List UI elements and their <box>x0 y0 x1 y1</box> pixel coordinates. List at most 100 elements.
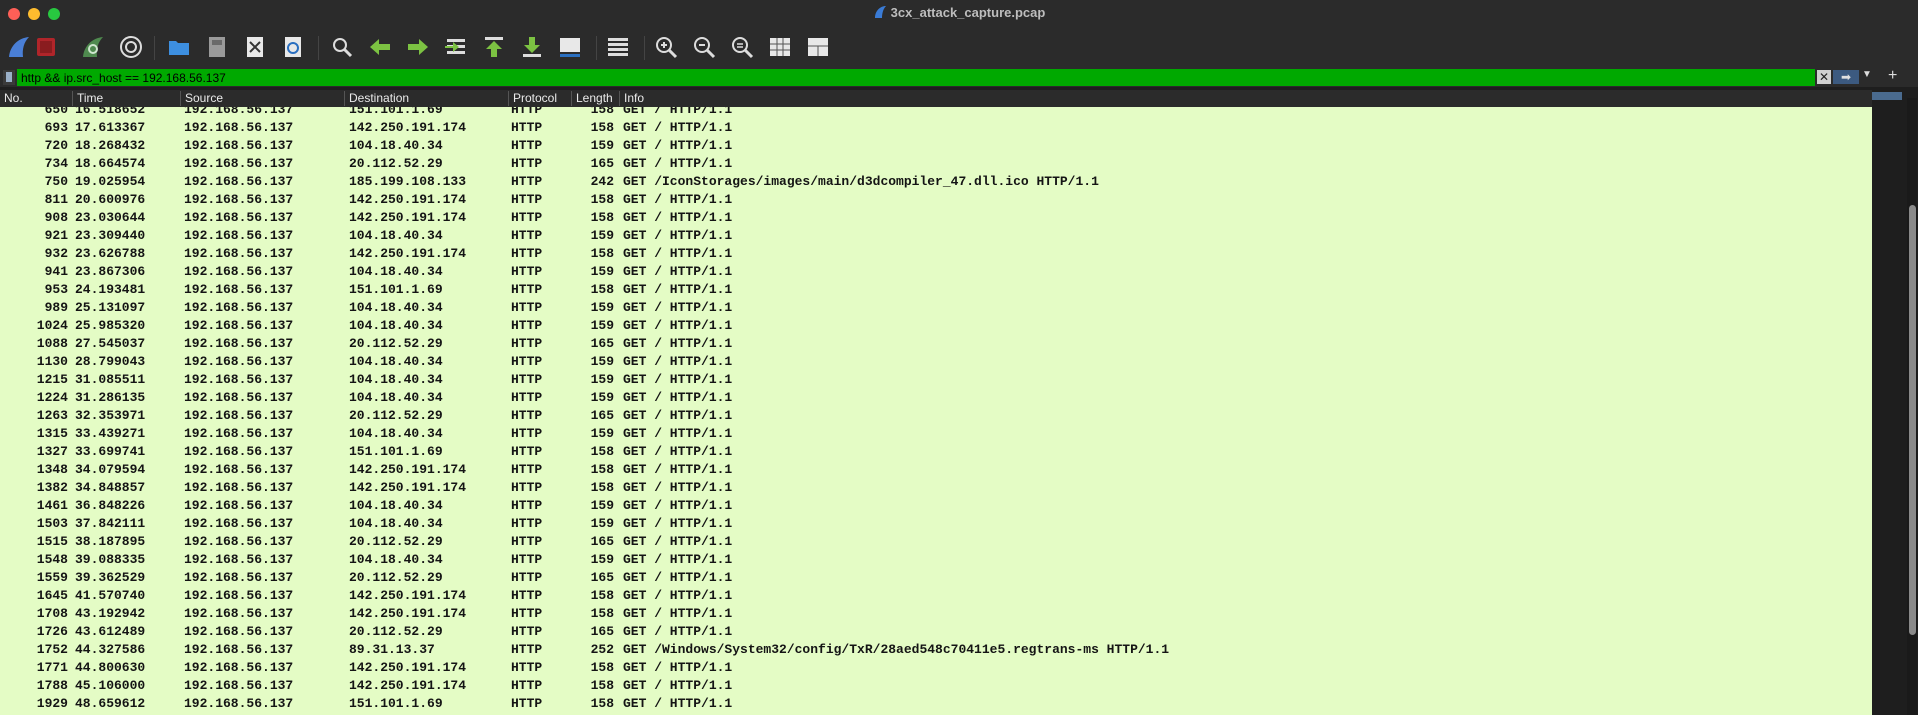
table-row[interactable]: 1348 34.079594 192.168.56.137 142.250.191.1… <box>0 461 1872 479</box>
column-header-time[interactable]: Time <box>72 91 180 106</box>
zoom-reset-icon[interactable] <box>727 32 757 62</box>
column-header-destination[interactable]: Destination <box>344 91 508 106</box>
reload-icon[interactable] <box>278 32 308 62</box>
cell-length: 158 <box>590 120 614 135</box>
resize-columns-icon[interactable] <box>765 32 795 62</box>
display-filter-input[interactable] <box>17 69 1815 86</box>
table-row[interactable]: 1215 31.085511 192.168.56.137 104.18.40.34 H… <box>0 371 1872 389</box>
table-row[interactable]: 921 23.309440 192.168.56.137 104.18.40.34 HT… <box>0 227 1872 245</box>
zoom-out-icon[interactable] <box>689 32 719 62</box>
cell-info: GET / HTTP/1.1 <box>623 336 733 351</box>
cell-source: 192.168.56.137 <box>184 624 294 639</box>
table-row[interactable]: 1645 41.570740 192.168.56.137 142.250.191.1… <box>0 587 1872 605</box>
autoscroll-icon[interactable] <box>555 32 585 62</box>
cell-time: 38.187895 <box>75 534 146 549</box>
table-row[interactable]: 1548 39.088335 192.168.56.137 104.18.40.34 H… <box>0 551 1872 569</box>
cell-destination: 104.18.40.34 <box>349 300 443 315</box>
cell-source: 192.168.56.137 <box>184 210 294 225</box>
search-icon[interactable] <box>327 32 357 62</box>
last-packet-icon[interactable] <box>517 32 547 62</box>
table-row[interactable]: 811 20.600976 192.168.56.137 142.250.191.17… <box>0 191 1872 209</box>
cell-no: 1559 <box>36 570 68 585</box>
table-row[interactable]: 693 17.613367 192.168.56.137 142.250.191.17… <box>0 119 1872 137</box>
table-row[interactable]: 1771 44.800630 192.168.56.137 142.250.191.1… <box>0 659 1872 677</box>
cell-destination: 20.112.52.29 <box>349 570 443 585</box>
table-row[interactable]: 1088 27.545037 192.168.56.137 20.112.52.29 H… <box>0 335 1872 353</box>
filter-bookmark-icon[interactable] <box>3 70 15 85</box>
filter-dropdown-icon[interactable]: ▼ <box>1862 69 1872 80</box>
restart-icon[interactable] <box>78 32 108 62</box>
go-to-packet-icon[interactable] <box>441 32 471 62</box>
table-row[interactable]: 941 23.867306 192.168.56.137 104.18.40.34 HT… <box>0 263 1872 281</box>
cell-no: 1130 <box>36 354 68 369</box>
table-row[interactable]: 932 23.626788 192.168.56.137 142.250.191.17… <box>0 245 1872 263</box>
cell-length: 242 <box>590 174 614 189</box>
forward-arrow-icon[interactable] <box>403 32 433 62</box>
table-row[interactable]: 750 19.025954 192.168.56.137 185.199.108.13… <box>0 173 1872 191</box>
table-row[interactable]: 1708 43.192942 192.168.56.137 142.250.191.1… <box>0 605 1872 623</box>
cell-destination: 20.112.52.29 <box>349 534 443 549</box>
column-header-length[interactable]: Length <box>571 91 619 106</box>
table-row[interactable]: 1263 32.353971 192.168.56.137 20.112.52.29 H… <box>0 407 1872 425</box>
back-arrow-icon[interactable] <box>365 32 395 62</box>
cell-length: 158 <box>590 192 614 207</box>
cell-protocol: HTTP <box>511 678 543 693</box>
table-row[interactable]: 953 24.193481 192.168.56.137 151.101.1.69 HT… <box>0 281 1872 299</box>
close-file-icon[interactable] <box>240 32 270 62</box>
column-header-source[interactable]: Source <box>180 91 344 106</box>
options-gear-icon[interactable] <box>116 32 146 62</box>
table-row[interactable]: 1130 28.799043 192.168.56.137 104.18.40.34 H… <box>0 353 1872 371</box>
cell-time: 43.192942 <box>75 606 146 621</box>
table-row[interactable]: 1726 43.612489 192.168.56.137 20.112.52.29 H… <box>0 623 1872 641</box>
open-folder-icon[interactable] <box>164 32 194 62</box>
column-header-info[interactable]: Info <box>619 91 1872 106</box>
table-row[interactable]: 1315 33.439271 192.168.56.137 104.18.40.34 H… <box>0 425 1872 443</box>
cell-no: 1503 <box>36 516 68 531</box>
table-row[interactable]: 1752 44.327586 192.168.56.137 89.31.13.37 HT… <box>0 641 1872 659</box>
cell-protocol: HTTP <box>511 498 543 513</box>
table-row[interactable]: 1503 37.842111 192.168.56.137 104.18.40.34 H… <box>0 515 1872 533</box>
stop-icon[interactable] <box>31 32 61 62</box>
first-packet-icon[interactable] <box>479 32 509 62</box>
table-row[interactable]: 1788 45.106000 192.168.56.137 142.250.191.1… <box>0 677 1872 695</box>
display-filter-bar: ✕ ➡ ▼ + <box>0 67 1918 87</box>
zoom-in-icon[interactable] <box>651 32 681 62</box>
save-file-icon[interactable] <box>202 32 232 62</box>
scroll-thumb[interactable] <box>1909 205 1916 635</box>
filter-apply-arrow-icon[interactable]: ➡ <box>1833 70 1859 84</box>
table-row[interactable]: 1224 31.286135 192.168.56.137 104.18.40.34 H… <box>0 389 1872 407</box>
add-filter-button-icon[interactable]: + <box>1888 67 1897 85</box>
cell-length: 159 <box>590 426 614 441</box>
cell-source: 192.168.56.137 <box>184 570 294 585</box>
table-row[interactable]: 1461 36.848226 192.168.56.137 104.18.40.34 H… <box>0 497 1872 515</box>
cell-length: 158 <box>590 588 614 603</box>
table-row[interactable]: 720 18.268432 192.168.56.137 104.18.40.34 HT… <box>0 137 1872 155</box>
table-row[interactable]: 734 18.664574 192.168.56.137 20.112.52.29 HT… <box>0 155 1872 173</box>
table-row[interactable]: 1327 33.699741 192.168.56.137 151.101.1.69 H… <box>0 443 1872 461</box>
toolbar-separator <box>596 36 597 60</box>
table-row[interactable]: 908 23.030644 192.168.56.137 142.250.191.17… <box>0 209 1872 227</box>
cell-length: 159 <box>590 372 614 387</box>
table-row[interactable]: 1559 39.362529 192.168.56.137 20.112.52.29 H… <box>0 569 1872 587</box>
table-row[interactable]: 1515 38.187895 192.168.56.137 20.112.52.29 H… <box>0 533 1872 551</box>
cell-protocol: HTTP <box>511 516 543 531</box>
cell-source: 192.168.56.137 <box>184 462 294 477</box>
filter-clear-icon[interactable]: ✕ <box>1817 70 1831 84</box>
column-header-no[interactable]: No. <box>0 91 72 106</box>
vertical-scrollbar[interactable] <box>1872 90 1918 715</box>
table-row[interactable]: 989 25.131097 192.168.56.137 104.18.40.34 HT… <box>0 299 1872 317</box>
cell-time: 43.612489 <box>75 624 146 639</box>
layout-icon[interactable] <box>803 32 833 62</box>
table-row[interactable]: 1024 25.985320 192.168.56.137 104.18.40.34 H… <box>0 317 1872 335</box>
cell-no: 1348 <box>36 462 68 477</box>
cell-protocol: HTTP <box>511 462 543 477</box>
cell-length: 165 <box>590 534 614 549</box>
packet-list-header: No. Time Source Destination Protocol Len… <box>0 90 1872 107</box>
cell-info: GET / HTTP/1.1 <box>623 138 733 153</box>
cell-length: 158 <box>590 678 614 693</box>
table-row[interactable]: 1929 48.659612 192.168.56.137 151.101.1.69 H… <box>0 695 1872 713</box>
shark-fin-icon[interactable] <box>4 32 34 62</box>
column-header-protocol[interactable]: Protocol <box>508 91 571 106</box>
colorize-icon[interactable] <box>603 32 633 62</box>
table-row[interactable]: 1382 34.848857 192.168.56.137 142.250.191.1… <box>0 479 1872 497</box>
